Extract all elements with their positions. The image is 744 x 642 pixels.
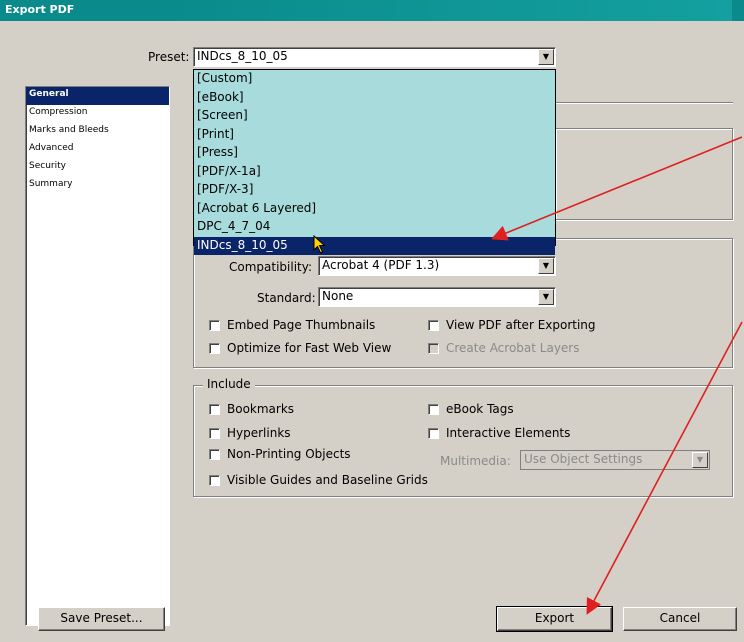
sidebar-item-security[interactable]: Security [26,159,169,177]
preset-option-ebook[interactable]: [eBook] [194,89,555,108]
standard-value: None [322,289,354,303]
checkbox-icon[interactable] [209,403,220,415]
view-after-export-label: View PDF after Exporting [446,318,596,332]
cancel-button[interactable]: Cancel [623,607,737,631]
checkbox-icon[interactable] [209,342,220,354]
create-layers-label: Create Acrobat Layers [446,341,580,355]
bookmarks-checkbox[interactable]: Bookmarks [209,402,294,416]
preset-option-indcs[interactable]: INDcs_8_10_05 [194,236,555,255]
mouse-pointer-icon [313,235,326,254]
guides-checkbox[interactable]: Visible Guides and Baseline Grids [209,473,428,487]
sidebar-item-summary[interactable]: Summary [26,177,169,195]
preset-value: INDcs_8_10_05 [197,49,288,63]
compatibility-label: Compatibility: [229,260,313,274]
preset-option-screen[interactable]: [Screen] [194,107,555,126]
interactive-elements-checkbox[interactable]: Interactive Elements [428,426,570,440]
checkbox-icon[interactable] [209,427,220,439]
hyperlinks-checkbox[interactable]: Hyperlinks [209,426,291,440]
preset-option-pdfx3[interactable]: [PDF/X-3] [194,181,555,200]
guides-label: Visible Guides and Baseline Grids [227,473,428,487]
embed-thumbnails-label: Embed Page Thumbnails [227,318,376,332]
checkbox-icon[interactable] [209,474,220,486]
preset-option-custom[interactable]: [Custom] [194,70,555,89]
preset-dropdown-list[interactable]: [Custom] [eBook] [Screen] [Print] [Press… [193,69,556,255]
export-button[interactable]: Export [496,606,613,632]
multimedia-value: Use Object Settings [524,452,643,466]
optimize-web-checkbox[interactable]: Optimize for Fast Web View [209,341,391,355]
embed-thumbnails-checkbox[interactable]: Embed Page Thumbnails [209,318,375,332]
bookmarks-label: Bookmarks [227,402,295,416]
include-title: Include [203,377,255,391]
view-after-export-checkbox[interactable]: View PDF after Exporting [428,318,596,332]
non-printing-checkbox[interactable]: Non-Printing Objects [209,447,351,461]
preset-option-dpc[interactable]: DPC_4_7_04 [194,218,555,237]
checkbox-icon[interactable] [428,403,439,415]
checkbox-icon[interactable] [428,427,439,439]
options-groupbox-top [555,128,733,220]
preset-label: Preset: [148,50,190,64]
interactive-elements-label: Interactive Elements [446,426,571,440]
compatibility-value: Acrobat 4 (PDF 1.3) [322,258,440,272]
sidebar-item-general[interactable]: General [26,87,169,105]
chevron-down-icon[interactable]: ▼ [538,289,554,305]
chevron-down-icon: ▼ [692,452,708,468]
sidebar-item-compression[interactable]: Compression [26,105,169,123]
preset-select[interactable]: INDcs_8_10_05 ▼ [193,47,556,67]
preset-option-print[interactable]: [Print] [194,126,555,145]
checkbox-icon[interactable] [428,319,439,331]
checkbox-icon [428,342,439,354]
preset-option-press[interactable]: [Press] [194,144,555,163]
hyperlinks-label: Hyperlinks [227,426,291,440]
checkbox-icon[interactable] [209,319,220,331]
checkbox-icon[interactable] [209,448,220,460]
standard-select[interactable]: None ▼ [318,287,556,307]
save-preset-button[interactable]: Save Preset... [38,607,165,631]
multimedia-select: Use Object Settings ▼ [520,450,710,470]
chevron-down-icon[interactable]: ▼ [538,49,554,65]
preset-option-acrobat6-layered[interactable]: [Acrobat 6 Layered] [194,200,555,219]
sidebar-item-marks-and-bleeds[interactable]: Marks and Bleeds [26,123,169,141]
preset-option-pdfx1a[interactable]: [PDF/X-1a] [194,163,555,182]
compatibility-select[interactable]: Acrobat 4 (PDF 1.3) ▼ [318,256,556,276]
window-title: Export PDF [0,0,744,21]
sidebar: General Compression Marks and Bleeds Adv… [25,86,170,626]
optimize-web-label: Optimize for Fast Web View [227,341,392,355]
ebook-tags-label: eBook Tags [446,402,514,416]
multimedia-label: Multimedia: [440,454,511,468]
standard-label: Standard: [257,291,316,305]
ebook-tags-checkbox[interactable]: eBook Tags [428,402,514,416]
create-layers-checkbox: Create Acrobat Layers [428,341,580,355]
chevron-down-icon[interactable]: ▼ [538,258,554,274]
non-printing-label: Non-Printing Objects [227,447,351,461]
sidebar-item-advanced[interactable]: Advanced [26,141,169,159]
